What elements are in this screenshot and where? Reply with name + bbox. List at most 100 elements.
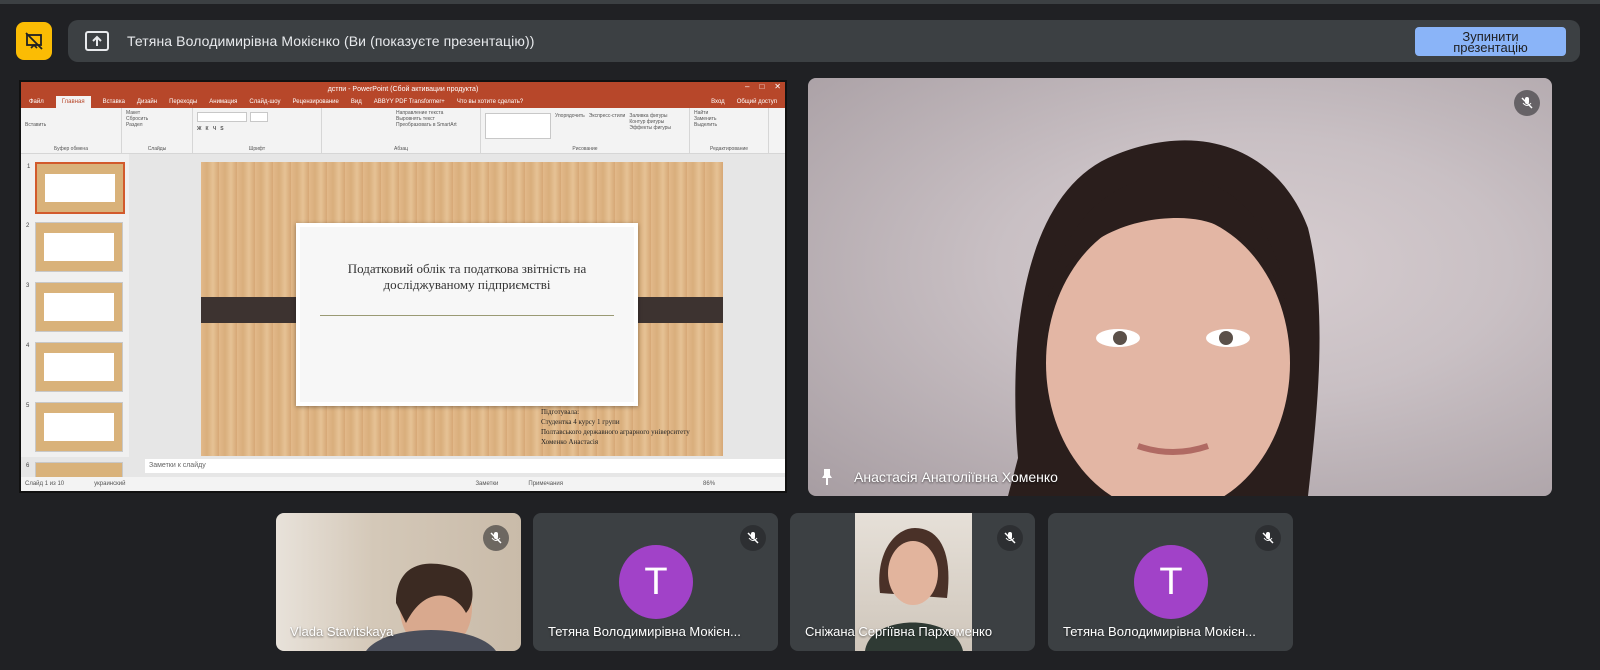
slide-left-bar: [201, 297, 307, 323]
close-icon[interactable]: ✕: [774, 82, 781, 91]
slide-thumbnail[interactable]: 1: [27, 162, 125, 214]
top-border: [0, 0, 1600, 4]
ribbon-group-clipboard: Вставить Буфер обмена: [21, 108, 122, 153]
group-name: Редактирование: [709, 146, 749, 152]
mic-off-icon: [997, 525, 1023, 551]
participant-tile[interactable]: T Тетяна Володимирівна Мокієн...: [533, 513, 778, 651]
sign-in-link[interactable]: Вход: [711, 99, 725, 105]
ppt-title-bar: дстпи - PowerPoint (Сбой активации проду…: [21, 82, 785, 96]
slide-thumbnails: 1 2 3 4 5 6: [21, 154, 129, 480]
tab-view[interactable]: Вид: [351, 99, 362, 105]
slide-notes-field[interactable]: Заметки к слайду: [145, 459, 785, 473]
slide-thumbnail[interactable]: 4: [26, 342, 123, 392]
maximize-icon[interactable]: □: [759, 82, 764, 91]
credit-line: Хоменко Анастасія: [541, 438, 599, 446]
ppt-ribbon-tabs: Файл Главная Вставка Дизайн Переходы Ани…: [21, 96, 785, 108]
share-button[interactable]: Общий доступ: [737, 99, 785, 105]
tab-insert[interactable]: Вставка: [103, 99, 125, 105]
slide-title: Податковий облік та податкова звітність …: [347, 261, 587, 292]
tab-slideshow[interactable]: Слайд-шоу: [249, 99, 280, 105]
credit-line: Полтавського державного аграрного універ…: [541, 428, 690, 436]
ribbon-group-font: ЖКЧS Шрифт: [193, 108, 322, 153]
thumb-number: 1: [27, 164, 31, 170]
tab-review[interactable]: Рецензирование: [293, 99, 339, 105]
presentation-off-icon[interactable]: [16, 22, 52, 60]
participant-tile[interactable]: Сніжана Сергіївна Пархоменко: [790, 513, 1035, 651]
pin-icon[interactable]: [820, 468, 834, 486]
thumb-number: 4: [26, 343, 30, 349]
mic-off-icon: [740, 525, 766, 551]
presenting-banner: Тетяна Володимирівна Мокієнко (Ви (показ…: [68, 20, 1580, 62]
thumb-content: [44, 353, 114, 381]
font-format-buttons[interactable]: ЖКЧS: [197, 126, 317, 132]
avatar: T: [1134, 545, 1208, 619]
tell-me-search[interactable]: Что вы хотите сделать?: [457, 99, 523, 105]
group-name: Абзац: [393, 146, 409, 152]
arrange-button[interactable]: Упорядочить: [555, 113, 585, 139]
group-name: Шрифт: [248, 146, 266, 152]
tab-file[interactable]: Файл: [29, 99, 44, 105]
font-size-field[interactable]: [250, 112, 268, 122]
current-slide[interactable]: Податковий облік та податкова звітність …: [201, 162, 723, 456]
ribbon-group-editing: Найти Заменить Выделить Редактирование: [690, 108, 769, 153]
mic-off-icon: [483, 525, 509, 551]
section-button[interactable]: Раздел: [126, 122, 188, 128]
group-name: Слайды: [147, 146, 167, 152]
stop-presenting-button[interactable]: Зупинити презентацію: [1415, 27, 1566, 56]
group-name: Буфер обмена: [54, 146, 88, 152]
ppt-ribbon: Вставить Буфер обмена Макет Сбросить Раз…: [21, 108, 785, 154]
slide-thumbnail[interactable]: 2: [26, 222, 123, 272]
ppt-status-bar: Слайд 1 из 10 украинский Заметки Примеча…: [21, 477, 785, 491]
language-indicator[interactable]: украинский: [94, 481, 125, 487]
ribbon-group-slides: Макет Сбросить Раздел Слайды: [122, 108, 193, 153]
font-name-field[interactable]: [197, 112, 247, 122]
tab-design[interactable]: Дизайн: [137, 99, 157, 105]
participant-tile[interactable]: T Тетяна Володимирівна Мокієн...: [1048, 513, 1293, 651]
credit-line: Студентка 4 курсу 1 групи: [541, 418, 620, 426]
slide-divider: [320, 315, 614, 316]
shape-effects-button[interactable]: Эффекты фигуры: [629, 125, 671, 131]
credit-line: Підготувала:: [541, 408, 580, 416]
smartart-button[interactable]: Преобразовать в SmartArt: [396, 122, 476, 128]
thumb-number: 3: [26, 283, 30, 289]
participant-name: Тетяна Володимирівна Мокієн...: [548, 624, 741, 639]
slide-thumbnail[interactable]: 3: [26, 282, 123, 332]
ppt-window-title: дстпи - PowerPoint (Сбой активации проду…: [327, 85, 479, 93]
group-name: Рисование: [572, 146, 598, 152]
tab-abbyy[interactable]: ABBYY PDF Transformer+: [374, 99, 445, 105]
tab-animation[interactable]: Анимация: [209, 99, 237, 105]
ribbon-group-drawing: Упорядочить Экспресс-стили Заливка фигур…: [481, 108, 690, 153]
present-screen-icon: [85, 31, 109, 51]
presentation-window[interactable]: дстпи - PowerPoint (Сбой активации проду…: [19, 80, 787, 493]
tab-transitions[interactable]: Переходы: [169, 99, 197, 105]
participant-video: [1008, 140, 1320, 496]
avatar: T: [619, 545, 693, 619]
shapes-gallery[interactable]: [485, 113, 551, 139]
thumb-number: 2: [26, 223, 30, 229]
zoom-level[interactable]: 86%: [703, 481, 715, 487]
minimize-icon[interactable]: –: [745, 82, 749, 91]
slide-credit: Підготувала: Студентка 4 курсу 1 групи П…: [541, 407, 690, 447]
tab-home[interactable]: Главная: [55, 96, 91, 108]
presenter-title: Тетяна Володимирівна Мокієнко (Ви (показ…: [127, 33, 535, 49]
thumb-number: 6: [26, 463, 30, 469]
ppt-workspace: 1 2 3 4 5 6 Податковий облік та податков…: [21, 154, 785, 491]
mic-off-icon: [1255, 525, 1281, 551]
comments-toggle[interactable]: Примечания: [528, 481, 563, 487]
thumb-content: [44, 413, 114, 441]
notes-toggle[interactable]: Заметки: [475, 481, 498, 487]
participant-name: Анастасія Анатоліївна Хоменко: [854, 469, 1058, 485]
slide-counter: Слайд 1 из 10: [25, 481, 65, 487]
mic-off-icon: [1514, 90, 1540, 116]
main-participant-tile[interactable]: Анастасія Анатоліївна Хоменко: [808, 78, 1552, 496]
paste-button[interactable]: Вставить: [25, 122, 117, 128]
select-button[interactable]: Выделить: [694, 122, 764, 128]
participant-tile[interactable]: Vlada Stavitskaya: [276, 513, 521, 651]
slide-title-card: Податковий облік та податкова звітність …: [296, 223, 638, 406]
ribbon-group-paragraph: Направление текста Выровнять текст Преоб…: [322, 108, 481, 153]
quick-styles-button[interactable]: Экспресс-стили: [589, 113, 626, 139]
thumb-content: [44, 293, 114, 321]
slide-thumbnail[interactable]: 5: [26, 402, 123, 452]
participant-name: Vlada Stavitskaya: [290, 624, 394, 639]
thumb-content: [45, 174, 115, 202]
